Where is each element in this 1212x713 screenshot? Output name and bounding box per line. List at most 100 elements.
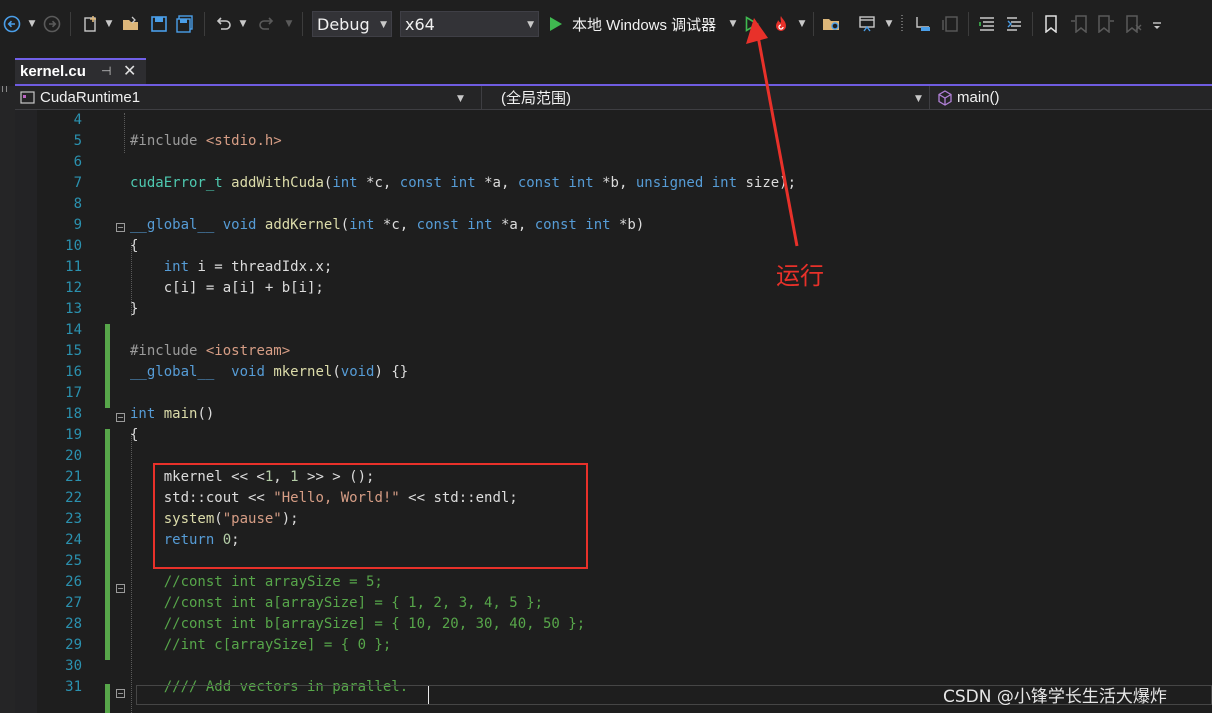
line-number: 6 <box>73 154 82 170</box>
line-number: 10 <box>65 238 82 254</box>
save-all-icon[interactable] <box>174 10 196 38</box>
platform-value: x64 <box>405 14 435 34</box>
close-icon[interactable]: ✕ <box>123 61 136 80</box>
code-line[interactable]: __global__ void addKernel(int *c, const … <box>130 215 644 236</box>
uncomment-lines-icon[interactable] <box>1003 10 1025 38</box>
code-line[interactable]: c[i] = a[i] + b[i]; <box>130 278 324 299</box>
document-tab-strip: kernel.cu ⊣ ✕ <box>0 50 1212 86</box>
member-value: main() <box>957 89 1000 106</box>
local-debugger-button[interactable]: 本地 Windows 调试器 <box>572 10 716 38</box>
back-dropdown-icon[interactable]: ▼ <box>27 10 37 38</box>
line-number: 28 <box>65 616 82 632</box>
browser-link-icon[interactable] <box>856 10 878 38</box>
save-icon[interactable] <box>148 10 170 38</box>
step-cursor-icon[interactable] <box>912 10 934 38</box>
scope-value: (全局范围) <box>501 90 571 107</box>
redo-icon[interactable] <box>256 10 278 38</box>
bookmark-icon[interactable] <box>1040 10 1062 38</box>
comment-lines-icon[interactable] <box>976 10 998 38</box>
collapse-icon[interactable]: − <box>116 689 125 698</box>
project-select[interactable]: CudaRuntime1 <box>20 86 472 109</box>
tab-filename: kernel.cu <box>20 63 86 80</box>
change-marker <box>105 429 110 660</box>
indent-guide <box>124 113 125 153</box>
code-line[interactable]: __global__ void mkernel(void) {} <box>130 362 408 383</box>
line-number: 4 <box>73 112 82 128</box>
next-bookmark-icon[interactable] <box>1095 10 1117 38</box>
code-line[interactable]: { <box>130 236 138 257</box>
platform-select[interactable]: x64 ▼ <box>400 11 539 37</box>
new-item-icon[interactable] <box>80 10 102 38</box>
highlight-box <box>153 463 588 569</box>
member-select[interactable]: main() <box>937 86 1207 109</box>
start-debugging-icon[interactable] <box>546 10 566 38</box>
line-number: 11 <box>65 259 82 275</box>
previous-bookmark-icon[interactable] <box>1068 10 1090 38</box>
annotation-arrow <box>746 18 799 247</box>
line-number: 14 <box>65 322 82 338</box>
main-toolbar: ▼ ▼ ▼ ▼ Debug ▼ x64 ▼ 本地 Windows 调试器 ▼ ▼… <box>0 0 1212 50</box>
change-marker <box>105 324 110 408</box>
line-number: 22 <box>65 490 82 506</box>
line-number: 24 <box>65 532 82 548</box>
debugger-dropdown-icon[interactable]: ▼ <box>728 10 738 38</box>
line-number: 23 <box>65 511 82 527</box>
new-item-dropdown-icon[interactable]: ▼ <box>104 10 114 38</box>
line-number: 8 <box>73 196 82 212</box>
line-number: 20 <box>65 448 82 464</box>
line-number: 18 <box>65 406 82 422</box>
project-name: CudaRuntime1 <box>40 89 141 106</box>
line-number: 25 <box>65 553 82 569</box>
line-number: 26 <box>65 574 82 590</box>
open-folder-icon[interactable] <box>120 10 142 38</box>
find-in-files-icon[interactable] <box>820 10 844 38</box>
project-icon <box>20 90 35 104</box>
code-line[interactable]: //const int arraySize = 5; <box>130 572 383 593</box>
editor-margin <box>15 110 37 713</box>
left-tool-strip <box>0 50 15 713</box>
toolbar-overflow-icon[interactable] <box>1150 10 1164 38</box>
scope-select[interactable]: (全局范围) <box>501 86 921 109</box>
document-outline-icon[interactable] <box>940 10 962 38</box>
code-line[interactable]: //int c[arraySize] = { 0 }; <box>130 635 392 656</box>
change-marker <box>105 684 110 713</box>
annotation-label: 运行 <box>776 262 824 290</box>
redo-dropdown-icon[interactable]: ▼ <box>284 10 294 38</box>
code-line[interactable]: //const int b[arraySize] = { 10, 20, 30,… <box>130 614 585 635</box>
code-line[interactable]: int main() <box>130 404 214 425</box>
code-line[interactable]: #include <iostream> <box>130 341 290 362</box>
code-line[interactable]: //const int a[arraySize] = { 1, 2, 3, 4,… <box>130 593 543 614</box>
clear-bookmarks-icon[interactable] <box>1122 10 1144 38</box>
line-number: 21 <box>65 469 82 485</box>
chevron-down-icon[interactable]: ▼ <box>457 94 464 104</box>
tab-kernel-cu[interactable]: kernel.cu ⊣ ✕ <box>15 58 146 85</box>
code-line[interactable]: } <box>130 299 138 320</box>
forward-icon[interactable] <box>42 10 62 38</box>
collapse-icon[interactable]: − <box>116 223 125 232</box>
code-line[interactable]: #include <stdio.h> <box>130 131 282 152</box>
code-line[interactable]: cudaError_t addWithCuda(int *c, const in… <box>130 173 796 194</box>
chevron-down-icon: ▼ <box>527 20 534 30</box>
method-cube-icon <box>938 89 952 106</box>
pin-icon[interactable]: ⊣ <box>101 64 111 78</box>
line-number: 30 <box>65 658 82 674</box>
line-number: 9 <box>73 217 82 233</box>
line-number: 17 <box>65 385 82 401</box>
undo-icon[interactable] <box>212 10 234 38</box>
chevron-down-icon[interactable]: ▼ <box>915 94 922 104</box>
collapse-icon[interactable]: − <box>116 413 125 422</box>
line-number: 19 <box>65 427 82 443</box>
code-line[interactable]: int i = threadIdx.x; <box>130 257 333 278</box>
browser-link-dropdown-icon[interactable]: ▼ <box>884 10 894 38</box>
undo-dropdown-icon[interactable]: ▼ <box>238 10 248 38</box>
back-icon[interactable] <box>2 10 22 38</box>
line-number: 15 <box>65 343 82 359</box>
code-line[interactable]: { <box>130 425 138 446</box>
configuration-select[interactable]: Debug ▼ <box>312 11 392 37</box>
toolbar-grip-icon <box>898 10 906 38</box>
navigation-bar: CudaRuntime1 ▼ (全局范围) ▼ main() <box>15 86 1212 110</box>
line-number: 5 <box>73 133 82 149</box>
collapse-icon[interactable]: − <box>116 584 125 593</box>
line-number: 29 <box>65 637 82 653</box>
line-number: 31 <box>65 679 82 695</box>
